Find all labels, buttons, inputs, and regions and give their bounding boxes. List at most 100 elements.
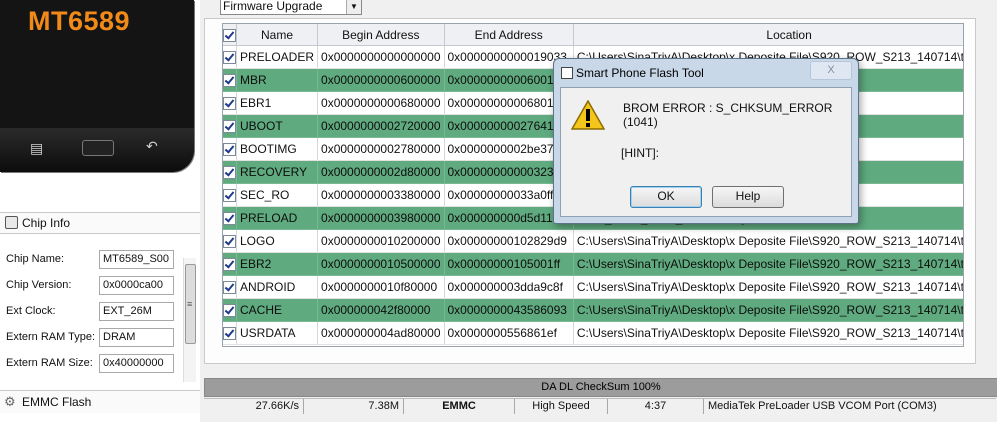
chip-info-label: Chip Name: — [6, 253, 65, 265]
row-checkbox-cell[interactable] — [223, 252, 237, 276]
row-checkbox-cell[interactable] — [223, 229, 237, 253]
hint-label: [HINT]: — [621, 146, 659, 160]
chip-info-row: Ext Clock: EXT_26M — [6, 302, 194, 322]
begin-address: 0x0000000000000000 — [317, 45, 445, 69]
row-checkbox-cell[interactable] — [223, 321, 237, 345]
close-button[interactable]: X — [810, 61, 852, 80]
ram-type-field[interactable]: DRAM — [99, 328, 174, 347]
chip-info-label: Chip Version: — [6, 279, 72, 291]
status-usb-speed: High Speed — [515, 399, 608, 414]
row-checkbox[interactable] — [223, 120, 236, 134]
ext-clock-field[interactable]: EXT_26M — [99, 302, 174, 321]
status-speed: 27.66K/s — [204, 399, 304, 414]
mode-select-value: Firmware Upgrade — [223, 0, 323, 13]
table-row[interactable]: EBR2 0x0000000010500000 0x00000000105001ff… — [223, 252, 963, 276]
row-checkbox[interactable] — [223, 235, 236, 249]
chevron-down-icon[interactable]: ▼ — [346, 0, 361, 14]
left-panel: MT6589 ▤ ↶ Chip Info Chip Name: MT6589_S… — [0, 0, 200, 422]
row-checkbox-cell[interactable] — [223, 45, 237, 69]
table-row[interactable]: LOGO 0x0000000010200000 0x00000000102829d9… — [223, 229, 963, 253]
progress-bar: DA DL CheckSum 100% — [204, 378, 997, 397]
select-all-checkbox[interactable] — [223, 28, 236, 42]
partition-name: BOOTIMG — [236, 137, 319, 161]
row-checkbox-cell[interactable] — [223, 160, 237, 184]
help-button[interactable]: Help — [712, 186, 784, 208]
chip-info-scrollbar[interactable]: ≡ — [183, 258, 196, 382]
row-checkbox-cell[interactable] — [223, 298, 237, 322]
begin-address: 0x000000042f80000 — [317, 298, 445, 322]
end-address: 0x00000000102829d9 — [444, 229, 574, 253]
scrollbar-thumb[interactable]: ≡ — [185, 264, 196, 344]
row-checkbox[interactable] — [223, 51, 236, 65]
row-checkbox[interactable] — [223, 327, 236, 341]
chip-info-header[interactable]: Chip Info — [0, 212, 200, 234]
table-row[interactable]: CACHE 0x000000042f80000 0x0000000043586093… — [223, 298, 963, 322]
chip-info-row: Extern RAM Type: DRAM — [6, 328, 194, 348]
begin-address: 0x000000004ad80000 — [317, 321, 445, 345]
row-checkbox[interactable] — [223, 166, 236, 180]
row-checkbox-cell[interactable] — [223, 206, 237, 230]
partition-name: ANDROID — [236, 275, 319, 299]
emmc-flash-header[interactable]: ⚙ EMMC Flash — [0, 390, 200, 413]
begin-address: 0x0000000002d80000 — [317, 160, 445, 184]
chip-info-label: Extern RAM Size: — [6, 357, 93, 369]
row-checkbox-cell[interactable] — [223, 114, 237, 138]
ram-size-field[interactable]: 0x40000000 — [99, 354, 174, 373]
column-header-name[interactable]: Name — [236, 24, 319, 46]
table-row[interactable]: USRDATA 0x000000004ad80000 0x0000000556861… — [223, 321, 963, 345]
column-header-begin[interactable]: Begin Address — [317, 24, 445, 46]
begin-address: 0x0000000003380000 — [317, 183, 445, 207]
menu-icon: ▤ — [30, 140, 44, 156]
row-checkbox[interactable] — [223, 74, 236, 88]
begin-address: 0x0000000010f80000 — [317, 275, 445, 299]
phone-bezel: ▤ ↶ — [0, 128, 194, 172]
chip-info-row: Chip Name: MT6589_S00 — [6, 250, 194, 270]
ok-button[interactable]: OK — [630, 186, 702, 208]
emmc-flash-title: EMMC Flash — [22, 395, 92, 409]
error-message: BROM ERROR : S_CHKSUM_ERROR (1041) — [623, 101, 833, 129]
partition-name: EBR1 — [236, 91, 319, 115]
begin-address: 0x0000000010500000 — [317, 252, 445, 276]
mode-select[interactable]: Firmware Upgrade ▼ — [220, 0, 362, 15]
begin-address: 0x0000000000600000 — [317, 68, 445, 92]
row-checkbox[interactable] — [223, 258, 236, 272]
row-checkbox[interactable] — [223, 189, 236, 203]
row-checkbox[interactable] — [223, 212, 236, 226]
partition-name: PRELOADER — [236, 45, 319, 69]
status-port: MediaTek PreLoader USB VCOM Port (COM3) — [708, 400, 937, 412]
partition-name: RECOVERY — [236, 160, 319, 184]
end-address: 0x0000000043586093 — [444, 298, 574, 322]
column-header-location[interactable]: Location — [573, 24, 963, 46]
partition-name: CACHE — [236, 298, 319, 322]
dialog-title: Smart Phone Flash Tool — [576, 66, 704, 80]
row-checkbox-cell[interactable] — [223, 68, 237, 92]
row-checkbox[interactable] — [223, 143, 236, 157]
file-location: C:\Users\SinaTriyA\Desktop\x Deposite Fi… — [573, 321, 963, 345]
table-row[interactable]: ANDROID 0x0000000010f80000 0x000000003dda9… — [223, 275, 963, 299]
row-checkbox[interactable] — [223, 304, 236, 318]
column-header-end[interactable]: End Address — [444, 24, 574, 46]
chip-info-title: Chip Info — [22, 216, 71, 230]
row-checkbox-cell[interactable] — [223, 275, 237, 299]
chip-info-row: Chip Version: 0x0000ca00 — [6, 276, 194, 296]
chip-name-field[interactable]: MT6589_S00 — [99, 250, 174, 269]
end-address: 0x00000000105001ff — [444, 252, 574, 276]
status-bar: 27.66K/s 7.38M EMMC High Speed 4:37 Medi… — [204, 398, 996, 415]
row-checkbox[interactable] — [223, 97, 236, 111]
app-icon — [561, 67, 573, 79]
table-header-row: Name Begin Address End Address Location — [223, 24, 963, 46]
back-icon: ↶ — [146, 138, 158, 154]
row-checkbox-cell[interactable] — [223, 183, 237, 207]
select-all-header[interactable] — [223, 24, 237, 46]
home-button-icon — [82, 140, 114, 156]
partition-name: MBR — [236, 68, 319, 92]
row-checkbox[interactable] — [223, 281, 236, 295]
begin-address: 0x0000000002780000 — [317, 137, 445, 161]
begin-address: 0x0000000010200000 — [317, 229, 445, 253]
begin-address: 0x0000000003980000 — [317, 206, 445, 230]
chip-version-field[interactable]: 0x0000ca00 — [99, 276, 174, 295]
row-checkbox-cell[interactable] — [223, 137, 237, 161]
row-checkbox-cell[interactable] — [223, 91, 237, 115]
phone-image: MT6589 ▤ ↶ — [0, 0, 194, 172]
progress-text: DA DL CheckSum 100% — [541, 381, 661, 393]
